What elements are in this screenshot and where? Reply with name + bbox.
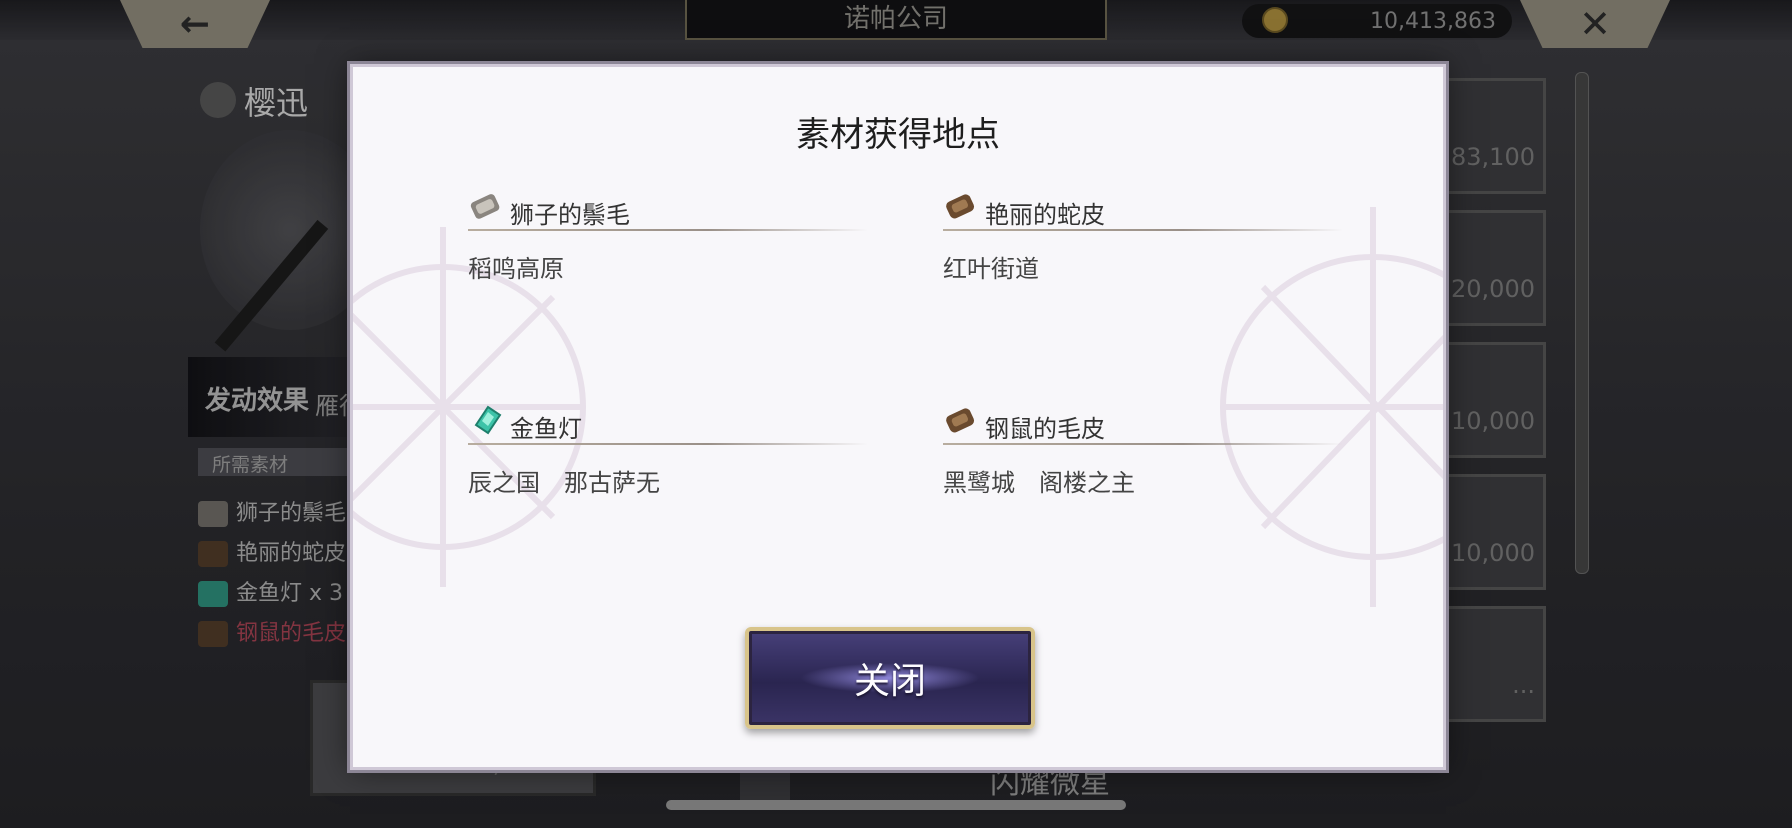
divider bbox=[943, 443, 1343, 445]
divider bbox=[468, 229, 868, 231]
material-name: 艳丽的蛇皮 bbox=[985, 201, 1105, 229]
material-source-item[interactable]: 狮子的鬃毛 稻鸣高原 bbox=[468, 189, 868, 283]
material-location[interactable]: 黑鹭城 阁楼之主 bbox=[943, 463, 1135, 498]
material-source-item[interactable]: 钢鼠的毛皮 黑鹭城 阁楼之主 bbox=[943, 403, 1343, 497]
home-indicator[interactable] bbox=[666, 800, 1126, 810]
divider bbox=[468, 443, 868, 445]
hide-icon bbox=[946, 408, 975, 433]
scroll-icon bbox=[470, 194, 500, 219]
material-name: 钢鼠的毛皮 bbox=[985, 415, 1105, 443]
close-button[interactable]: 关闭 bbox=[745, 627, 1035, 729]
material-name: 金鱼灯 bbox=[510, 415, 582, 443]
dialog-title: 素材获得地点 bbox=[796, 115, 1000, 155]
hide-icon bbox=[946, 194, 975, 219]
material-source-dialog: 素材获得地点 狮子的鬃毛 稻鸣高原 艳丽的蛇皮 红叶街道 金鱼灯 辰之国 那古萨… bbox=[350, 64, 1446, 770]
crystal-icon bbox=[474, 405, 502, 435]
close-button-label: 关闭 bbox=[853, 661, 926, 702]
divider bbox=[943, 229, 1343, 231]
material-location[interactable]: 稻鸣高原 bbox=[468, 249, 564, 284]
material-source-item[interactable]: 艳丽的蛇皮 红叶街道 bbox=[943, 189, 1343, 283]
material-name: 狮子的鬃毛 bbox=[510, 201, 630, 229]
material-source-item[interactable]: 金鱼灯 辰之国 那古萨无 bbox=[468, 403, 868, 497]
material-location[interactable]: 辰之国 那古萨无 bbox=[468, 463, 660, 498]
material-location[interactable]: 红叶街道 bbox=[943, 249, 1039, 284]
